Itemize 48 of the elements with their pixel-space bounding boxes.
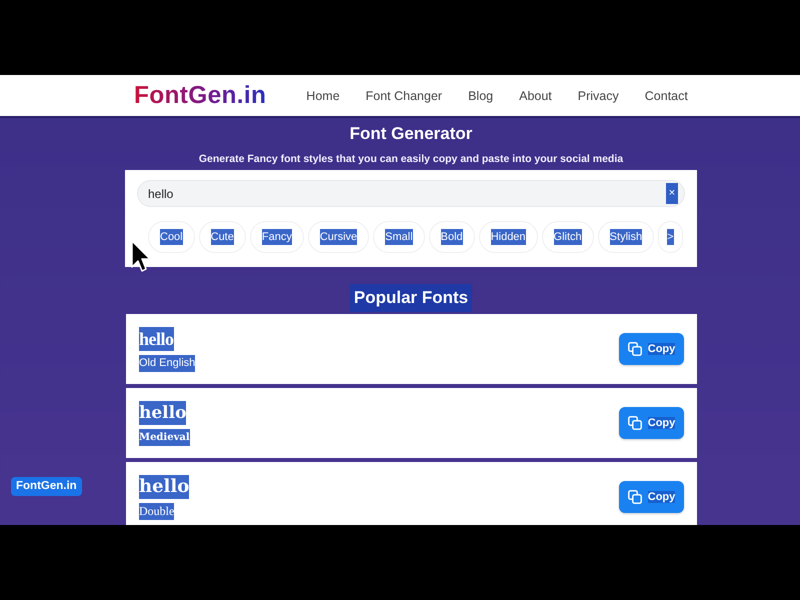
chip-label: Bold [440, 229, 463, 245]
copy-label: Copy [648, 491, 676, 503]
copy-icon [628, 490, 642, 504]
chip-label: Cute [210, 229, 234, 245]
chip-label: Glitch [554, 229, 582, 245]
nav-link[interactable]: Privacy [578, 88, 619, 102]
copy-icon [628, 416, 642, 430]
nav-link[interactable]: Blog [468, 88, 494, 102]
copy-button[interactable]: Copy [619, 407, 684, 439]
copy-label: Copy [648, 343, 676, 355]
style-chip[interactable]: Fancy [250, 221, 304, 253]
font-name: Medieval [139, 428, 190, 446]
copy-label: Copy [648, 417, 676, 429]
copy-button[interactable]: Copy [619, 333, 684, 365]
chip-label: Cool [160, 229, 183, 245]
chip-label: Fancy [262, 229, 292, 245]
input-value: hello [148, 186, 174, 200]
font-preview: hello [139, 326, 174, 350]
copy-icon [628, 342, 642, 356]
nav-link[interactable]: About [519, 88, 552, 102]
font-preview: hello [139, 400, 186, 424]
chip-label: Cursive [320, 229, 358, 245]
style-chip[interactable]: Small [373, 221, 425, 253]
next-button[interactable]: > [658, 221, 683, 253]
copy-button[interactable]: Copy [619, 481, 684, 513]
page-title: Font Generator [350, 124, 472, 144]
style-chip[interactable]: Hidden [478, 221, 538, 253]
font-name: Old English [139, 354, 196, 372]
nav-link[interactable]: Font Changer [366, 88, 442, 102]
floating-badge[interactable]: FontGen.in [11, 477, 82, 496]
chip-label: Hidden [490, 229, 526, 245]
next-label: > [667, 229, 674, 245]
font-name: Double [139, 502, 174, 520]
text-input-field[interactable]: hello × [137, 180, 685, 207]
page-subtitle: Generate Fancy font styles that you can easily copy and paste into your social media [198, 152, 624, 166]
nav-link[interactable]: Contact [644, 88, 688, 102]
style-chip[interactable]: Bold [428, 221, 475, 253]
nav-link[interactable]: Home [306, 88, 340, 102]
style-chip[interactable]: Cursive [308, 221, 370, 253]
chip-label: Stylish [610, 229, 642, 245]
style-chip[interactable]: Cool [148, 221, 195, 253]
section-heading: Popular Fonts [350, 284, 472, 312]
font-preview: hello [139, 474, 190, 498]
clear-button[interactable]: × [666, 183, 678, 204]
style-chip[interactable]: Glitch [542, 221, 594, 253]
style-chip[interactable]: Stylish [598, 221, 654, 253]
chip-label: Small [385, 229, 413, 245]
style-chip[interactable]: Cute [198, 221, 246, 253]
